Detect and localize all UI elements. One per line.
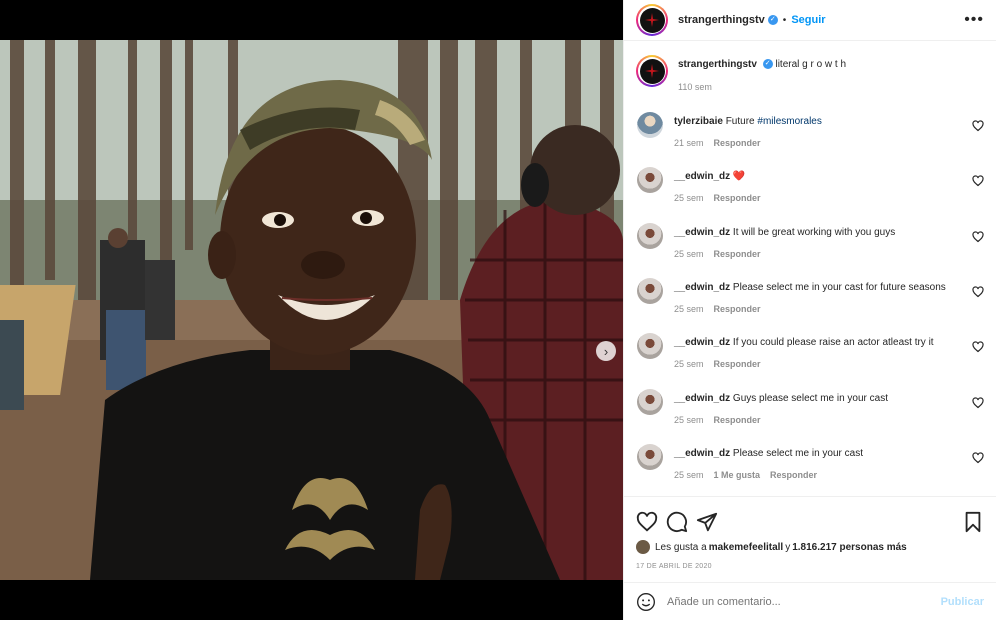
reply-button[interactable]: Responder (714, 359, 761, 369)
heart-icon[interactable] (636, 511, 658, 533)
comment-text: Future (725, 116, 758, 127)
comment-icon[interactable] (666, 511, 688, 533)
stranger-things-logo-icon (645, 64, 659, 78)
comment-username[interactable]: __edwin_dz (674, 282, 730, 293)
comment-input[interactable] (667, 595, 941, 608)
caption-time[interactable]: 110 sem (678, 82, 712, 92)
author-avatar[interactable] (636, 55, 668, 87)
comment-text: Please select me in your cast for future… (732, 282, 946, 293)
emoji-icon[interactable] (636, 592, 656, 612)
bookmark-icon[interactable] (962, 511, 984, 533)
comment-time[interactable]: 21 sem (674, 138, 704, 148)
comment-time[interactable]: 25 sem (674, 415, 704, 425)
comment-likes[interactable]: 1 Me gusta (714, 470, 761, 480)
heart-icon[interactable] (972, 175, 984, 187)
comment-username[interactable]: __edwin_dz (674, 448, 730, 459)
comment-time[interactable]: 25 sem (674, 304, 704, 314)
commenter-avatar[interactable] (637, 389, 663, 415)
verified-badge-icon: ✓ (767, 15, 778, 25)
heart-icon[interactable] (972, 286, 984, 298)
commenter-avatar[interactable] (637, 112, 663, 138)
post-date[interactable]: 17 DE ABRIL DE 2020 (624, 563, 996, 570)
comment-text: Please select me in your cast (732, 448, 863, 459)
comment-hashtag[interactable]: #milesmorales (757, 116, 821, 127)
post-header: strangerthingstv ✓ • Seguir ••• (624, 0, 996, 41)
commenter-avatar[interactable] (637, 223, 663, 249)
comment-time[interactable]: 25 sem (674, 359, 704, 369)
heart-icon[interactable] (972, 397, 984, 409)
post-photo[interactable]: › (0, 40, 623, 580)
reply-button[interactable]: Responder (714, 193, 761, 203)
separator-dot: • (782, 14, 787, 26)
publish-button[interactable]: Publicar (941, 596, 984, 608)
caption-text: literal g r o w t h (775, 59, 847, 70)
likes-middle: y (785, 541, 791, 553)
instagram-post-modal: › strangerthingstv ✓ • Seguir ••• strang… (0, 0, 996, 620)
reply-button[interactable]: Responder (714, 304, 761, 314)
comment-item: __edwin_dz If you could please raise an … (636, 333, 984, 369)
comment-username[interactable]: __edwin_dz (674, 227, 730, 238)
comment-username[interactable]: tylerzibaie (674, 116, 723, 127)
comment-username[interactable]: __edwin_dz (674, 393, 730, 404)
reply-button[interactable]: Responder (714, 415, 761, 425)
comment-time[interactable]: 25 sem (674, 470, 704, 480)
comment-text: If you could please raise an actor atlea… (732, 337, 934, 348)
commenter-avatar[interactable] (637, 167, 663, 193)
post-caption: strangerthingstv ✓ literal g r o w t h 1… (624, 41, 996, 92)
chevron-right-icon: › (603, 343, 609, 359)
commenter-avatar[interactable] (637, 278, 663, 304)
comment-text: It will be great working with you guys (732, 227, 896, 238)
likes-summary: Les gusta a makemefeelitall y 1.816.217 … (624, 540, 996, 554)
post-actions: Les gusta a makemefeelitall y 1.816.217 … (624, 496, 996, 582)
reply-button[interactable]: Responder (714, 138, 761, 148)
post-details-panel: strangerthingstv ✓ • Seguir ••• stranger… (623, 0, 996, 620)
heart-icon[interactable] (972, 341, 984, 353)
comment-time[interactable]: 25 sem (674, 249, 704, 259)
comment-username[interactable]: __edwin_dz (674, 171, 730, 182)
comment-item: __edwin_dz It will be great working with… (636, 223, 984, 259)
heart-icon[interactable] (972, 452, 984, 464)
comment-item: __edwin_dz Please select me in your cast… (636, 278, 984, 314)
liker-avatar[interactable] (636, 540, 650, 554)
share-icon[interactable] (696, 511, 718, 533)
next-slide-button[interactable]: › (596, 341, 616, 361)
commenter-avatar[interactable] (637, 444, 663, 470)
comment-item: tylerzibaie Future #milesmorales 21 sem … (636, 112, 984, 148)
caption-username[interactable]: strangerthingstv (678, 59, 757, 70)
likes-count[interactable]: 1.816.217 personas más (792, 542, 907, 553)
author-avatar[interactable] (636, 4, 668, 36)
comment-username[interactable]: __edwin_dz (674, 337, 730, 348)
reply-button[interactable]: Responder (714, 249, 761, 259)
commenter-avatar[interactable] (637, 333, 663, 359)
heart-icon[interactable] (972, 231, 984, 243)
photo-illustration (0, 40, 623, 580)
comment-item: __edwin_dz ❤️ 25 sem Responder (636, 167, 984, 203)
reply-button[interactable]: Responder (770, 470, 817, 480)
likes-prefix: Les gusta a (655, 541, 707, 553)
comment-time[interactable]: 25 sem (674, 193, 704, 203)
author-username[interactable]: strangerthingstv (678, 14, 765, 26)
media-area: › (0, 0, 623, 620)
comment-text: ❤️ (732, 171, 746, 182)
liker-username[interactable]: makemefeelitall (709, 542, 784, 553)
more-options-icon[interactable]: ••• (964, 11, 984, 29)
verified-badge-icon: ✓ (762, 59, 773, 70)
stranger-things-logo-icon (645, 13, 659, 27)
follow-button[interactable]: Seguir (791, 14, 825, 26)
comment-text: Guys please select me in your cast (732, 393, 888, 404)
heart-icon[interactable] (972, 120, 984, 132)
comments-list[interactable]: strangerthingstv ✓ literal g r o w t h 1… (624, 41, 996, 496)
comment-item: __edwin_dz Please select me in your cast… (636, 444, 984, 480)
comment-item: __edwin_dz Guys please select me in your… (636, 389, 984, 425)
comment-composer: Publicar (624, 582, 996, 620)
